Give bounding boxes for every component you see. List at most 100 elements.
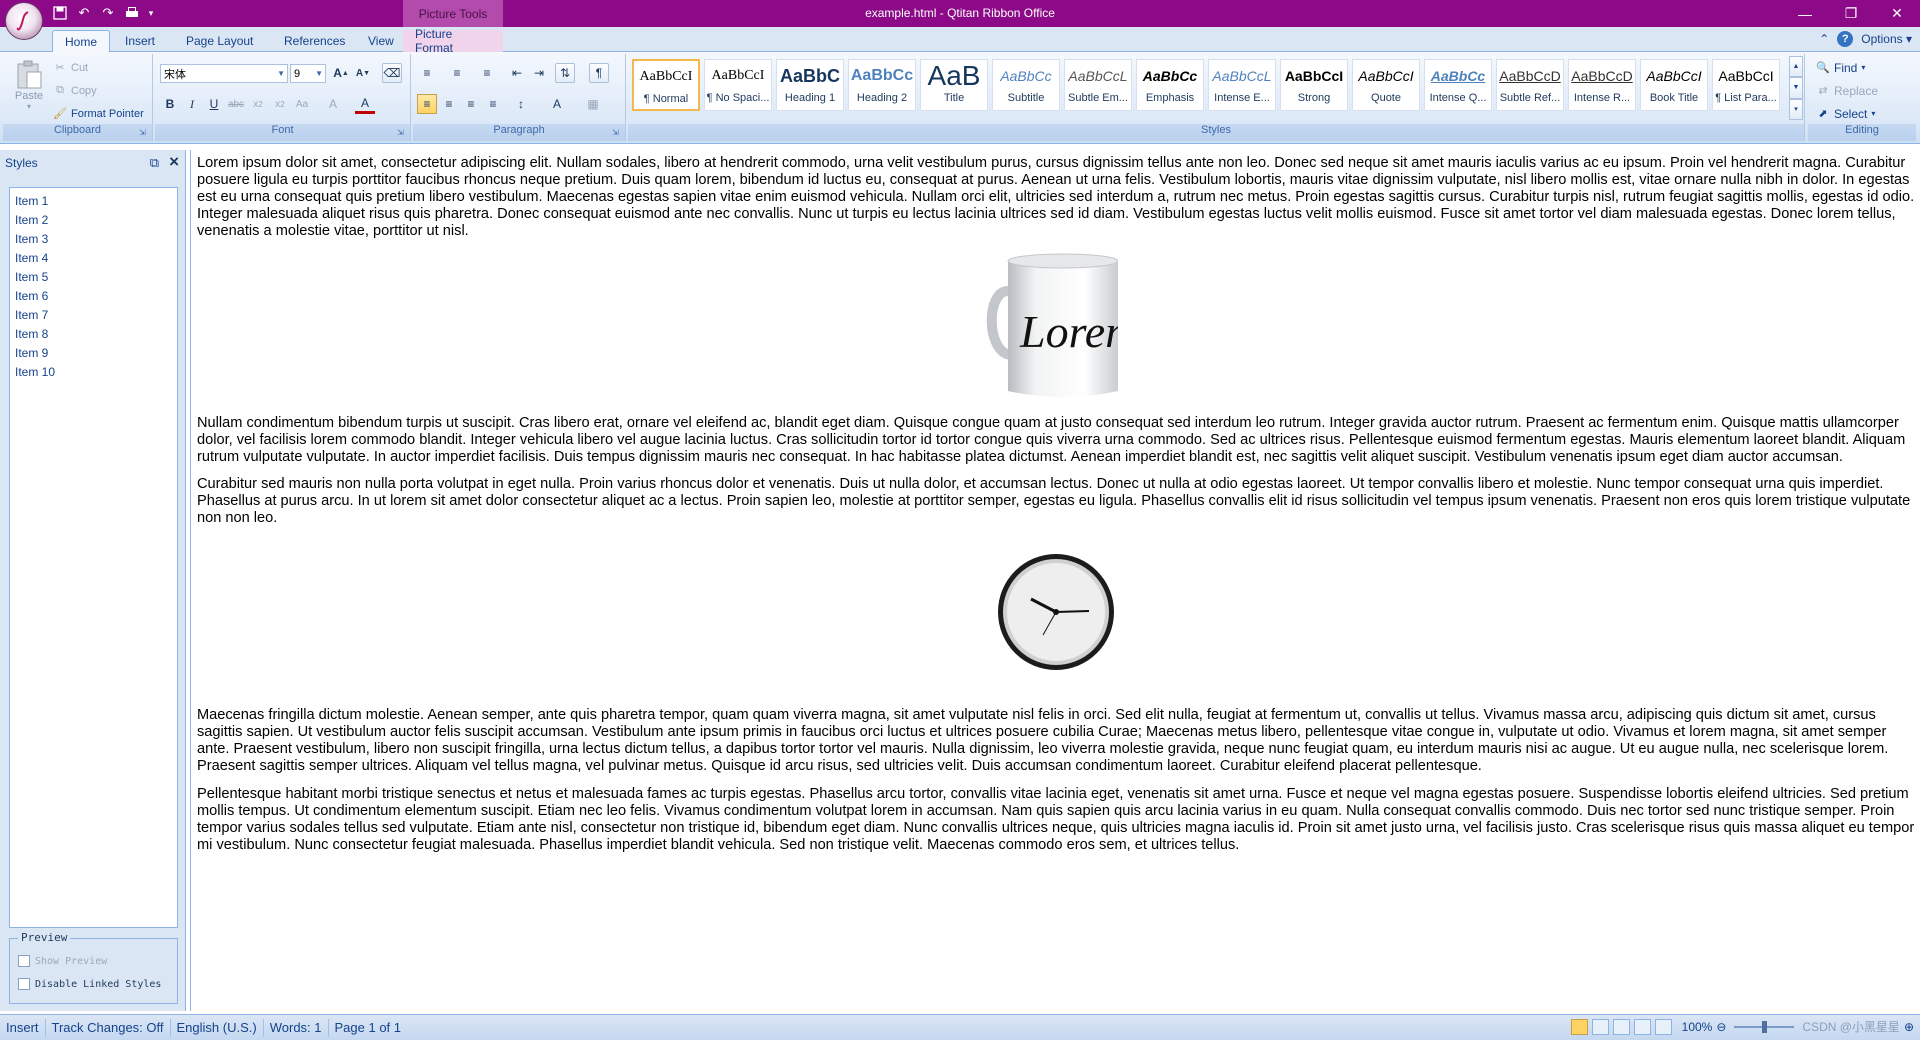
subscript-icon[interactable]: x2 — [248, 94, 268, 114]
style-gallery-item[interactable]: AaBbCcI ¶ List Para... — [1712, 59, 1780, 111]
help-icon[interactable]: ? — [1837, 31, 1854, 47]
change-case-icon[interactable]: Aa — [292, 94, 312, 114]
shading-icon[interactable]: A — [547, 94, 567, 114]
style-gallery-item[interactable]: AaBbCcI ¶ Normal — [632, 59, 700, 111]
tab-picture-format[interactable]: Picture Format — [403, 27, 503, 55]
paragraph-launcher-icon[interactable]: ⇲ — [612, 128, 622, 138]
gallery-down-icon[interactable]: ▼ — [1789, 77, 1803, 99]
grow-font-icon[interactable]: A ▲ — [331, 63, 351, 83]
outline-view-icon[interactable] — [1633, 1018, 1651, 1035]
multilevel-list-icon[interactable]: ≡ — [477, 63, 497, 83]
format-pointer-button[interactable]: 🖌 Format Pointer — [53, 104, 144, 123]
list-item[interactable]: Item 6 — [10, 286, 177, 305]
zoom-slider[interactable] — [1734, 1020, 1795, 1033]
gallery-up-icon[interactable]: ▲ — [1789, 56, 1803, 78]
status-language[interactable]: English (U.S.) — [171, 1018, 264, 1037]
document-content[interactable]: Lorem ipsum dolor sit amet, consectetur … — [197, 155, 1915, 854]
style-gallery-item[interactable]: AaBbCcI Quote — [1352, 59, 1420, 111]
gallery-more-icon[interactable]: ▾ — [1789, 98, 1803, 120]
style-gallery-item[interactable]: AaBbCcI ¶ No Spaci... — [704, 59, 772, 111]
options-button[interactable]: Options ▾ — [1861, 32, 1912, 46]
close-panel-icon[interactable]: × — [169, 152, 179, 172]
tab-view[interactable]: View — [356, 30, 406, 52]
clock-image[interactable] — [197, 547, 1915, 682]
numbering-icon[interactable]: ≡ — [447, 63, 467, 83]
align-center-icon[interactable]: ≡ — [439, 94, 459, 114]
font-family-combo[interactable]: 宋体 ▼ — [160, 64, 288, 83]
clear-format-icon[interactable]: ⌫ — [382, 63, 402, 83]
justify-icon[interactable]: ≡ — [483, 94, 503, 114]
close-icon[interactable]: ✕ — [1874, 0, 1920, 27]
list-item[interactable]: Item 1 — [10, 191, 177, 210]
style-gallery-item[interactable]: AaBbCcD Subtle Ref... — [1496, 59, 1564, 111]
style-gallery-item[interactable]: AaBbCcI Book Title — [1640, 59, 1708, 111]
decrease-indent-icon[interactable]: ⇤ — [507, 63, 527, 83]
replace-button[interactable]: ⇄ Replace — [1816, 81, 1878, 100]
style-gallery-item[interactable]: AaBbCcL Subtle Em... — [1064, 59, 1132, 111]
underline-icon[interactable]: U — [204, 94, 224, 114]
tab-page-layout[interactable]: Page Layout — [174, 30, 265, 52]
document-area[interactable]: Lorem ipsum dolor sit amet, consectetur … — [190, 150, 1920, 1011]
show-preview-checkbox[interactable]: Show Preview — [18, 955, 107, 967]
tab-insert[interactable]: Insert — [113, 30, 167, 52]
styles-list[interactable]: Item 1 Item 2 Item 3 Item 4 Item 5 Item 6 Item… — [9, 187, 178, 928]
zoom-in-icon[interactable]: ⊕ — [1904, 1020, 1914, 1034]
sort-icon[interactable]: ⇅ — [555, 63, 575, 83]
style-gallery-item[interactable]: AaB Title — [920, 59, 988, 111]
style-gallery-item[interactable]: AaBbCc Heading 2 — [848, 59, 916, 111]
tab-references[interactable]: References — [272, 30, 357, 52]
show-marks-icon[interactable]: ¶ — [589, 63, 609, 83]
font-color-icon[interactable]: A — [355, 94, 375, 114]
borders-icon[interactable]: ▦ — [583, 94, 603, 114]
strikethrough-icon[interactable]: abc — [226, 94, 246, 114]
align-right-icon[interactable]: ≡ — [461, 94, 481, 114]
status-insert-mode[interactable]: Insert — [0, 1018, 46, 1037]
select-button[interactable]: ⬈ Select ▾ — [1816, 104, 1875, 123]
full-screen-view-icon[interactable] — [1591, 1018, 1609, 1035]
bold-icon[interactable]: B — [160, 94, 180, 114]
disable-linked-styles-checkbox[interactable]: Disable Linked Styles — [18, 978, 161, 990]
increase-indent-icon[interactable]: ⇥ — [529, 63, 549, 83]
restore-icon[interactable]: ❐ — [1828, 0, 1874, 27]
clipboard-launcher-icon[interactable]: ⇲ — [139, 128, 149, 138]
web-layout-view-icon[interactable] — [1612, 1018, 1630, 1035]
collapse-ribbon-icon[interactable]: ⌃ — [1819, 32, 1829, 46]
style-gallery-item[interactable]: AaBbCc Emphasis — [1136, 59, 1204, 111]
status-track-changes[interactable]: Track Changes: Off — [46, 1018, 171, 1037]
find-button[interactable]: 🔍 Find ▾ — [1816, 58, 1865, 77]
style-gallery-item[interactable]: AaBbCcL Intense E... — [1208, 59, 1276, 111]
list-item[interactable]: Item 5 — [10, 267, 177, 286]
style-gallery-item[interactable]: AaBbCc Subtitle — [992, 59, 1060, 111]
style-gallery-item[interactable]: AaBbCc Intense Q... — [1424, 59, 1492, 111]
highlight-icon[interactable]: A — [323, 94, 343, 114]
list-item[interactable]: Item 9 — [10, 343, 177, 362]
font-launcher-icon[interactable]: ⇲ — [397, 128, 407, 138]
zoom-out-icon[interactable]: ⊖ — [1716, 1020, 1726, 1034]
print-layout-view-icon[interactable] — [1570, 1018, 1588, 1035]
align-left-icon[interactable]: ≡ — [417, 94, 437, 114]
mug-image[interactable]: Lorem — [197, 251, 1915, 402]
shrink-font-icon[interactable]: A ▼ — [353, 63, 373, 83]
line-spacing-icon[interactable]: ↕ — [511, 94, 531, 114]
list-item[interactable]: Item 8 — [10, 324, 177, 343]
application-button[interactable] — [5, 2, 43, 40]
style-gallery-item[interactable]: AaBbCcD Intense R... — [1568, 59, 1636, 111]
style-gallery-item[interactable]: AaBbC Heading 1 — [776, 59, 844, 111]
font-size-combo[interactable]: 9 ▼ — [290, 64, 326, 83]
tab-home[interactable]: Home — [52, 30, 111, 53]
list-item[interactable]: Item 7 — [10, 305, 177, 324]
list-item[interactable]: Item 3 — [10, 229, 177, 248]
italic-icon[interactable]: I — [182, 94, 202, 114]
list-item[interactable]: Item 4 — [10, 248, 177, 267]
copy-button[interactable]: ⧉ Copy — [53, 81, 97, 100]
paste-button[interactable]: Paste ▾ — [9, 58, 49, 122]
draft-view-icon[interactable] — [1654, 1018, 1672, 1035]
cut-button[interactable]: ✂ Cut — [53, 58, 88, 77]
zoom-level[interactable]: 100% — [1682, 1020, 1713, 1034]
style-gallery-item[interactable]: AaBbCcI Strong — [1280, 59, 1348, 111]
list-item[interactable]: Item 2 — [10, 210, 177, 229]
superscript-icon[interactable]: x2 — [270, 94, 290, 114]
float-panel-icon[interactable]: ⧉ — [150, 155, 159, 171]
list-item[interactable]: Item 10 — [10, 362, 177, 381]
minimize-icon[interactable]: — — [1782, 0, 1828, 27]
